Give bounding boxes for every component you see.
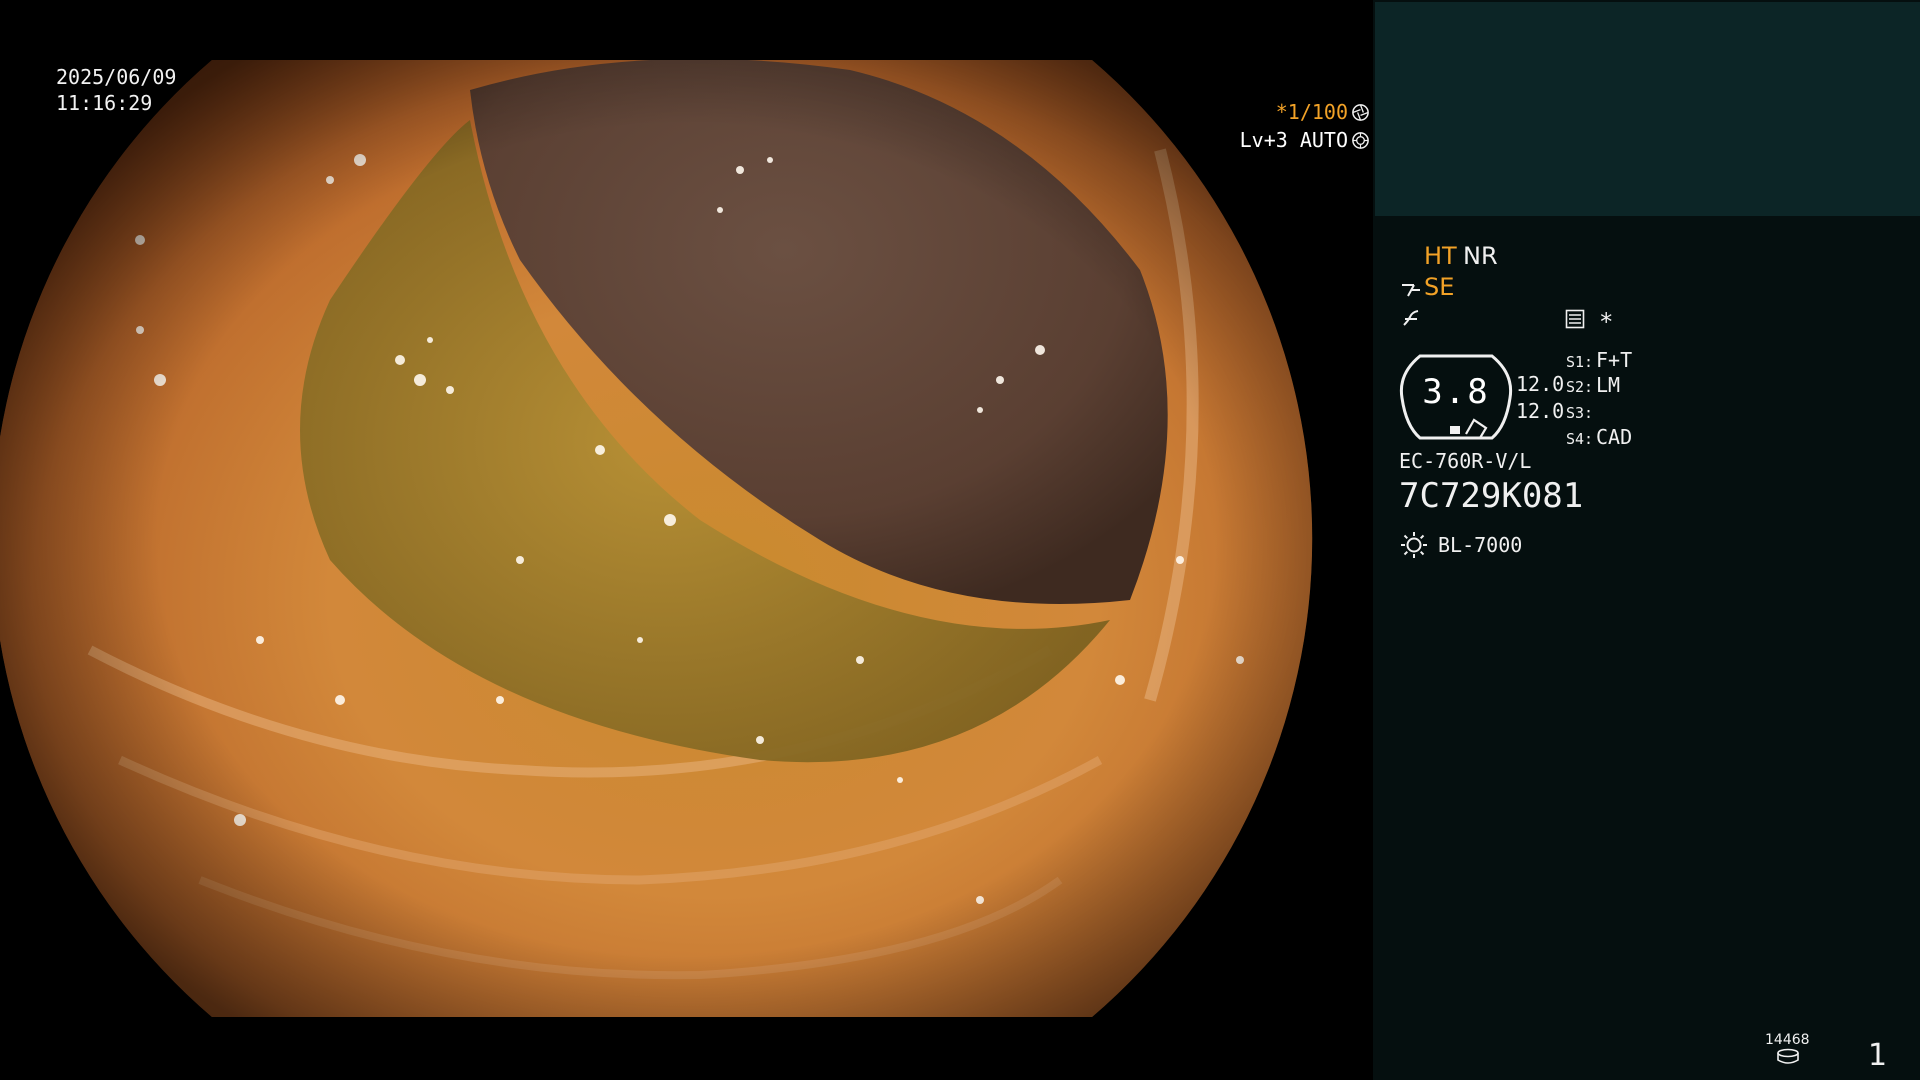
date-time-stamp: 2025/06/09 11:16:29 xyxy=(56,64,176,116)
iris-icon xyxy=(1352,132,1369,149)
switch-s4-value: CAD xyxy=(1596,425,1633,449)
setting-value-1: 12.0 xyxy=(1516,372,1565,396)
switch-s1-value: F+T xyxy=(1596,348,1633,372)
se-label: SE xyxy=(1424,273,1455,301)
switch-s3-key: S3: xyxy=(1566,404,1594,422)
nr-label: NR xyxy=(1463,242,1498,270)
switch-s2-value: LM xyxy=(1596,373,1621,397)
switch-s2-key: S2: xyxy=(1566,378,1594,396)
date-text: 2025/06/09 xyxy=(56,65,177,89)
iris-mode: AUTO xyxy=(1299,128,1348,152)
page-number: 1 xyxy=(1868,1038,1888,1073)
preview-area xyxy=(1375,2,1920,216)
aperture-icon xyxy=(1352,104,1369,121)
exposure-info: *1/100 Lv+3 AUTO xyxy=(1150,98,1370,154)
shutter-speed: *1/100 xyxy=(1275,100,1348,124)
asterisk-mark: * xyxy=(1599,308,1614,336)
setting-value-2: 12.0 xyxy=(1516,399,1565,423)
endoscope-view: 2025/06/09 11:16:29 *1/100 Lv+3 AUTO xyxy=(0,0,1373,1080)
switch-s1-key: S1: xyxy=(1566,353,1594,371)
gauge-value: 3.8 xyxy=(1422,372,1490,412)
time-text: 11:16:29 xyxy=(56,91,153,115)
light-source-model: BL-7000 xyxy=(1438,533,1523,557)
scope-serial: 7C729K081 xyxy=(1399,476,1584,516)
scope-model: EC-760R-V/L xyxy=(1399,449,1532,473)
ht-label: HT xyxy=(1424,242,1457,270)
iris-level: Lv+3 xyxy=(1239,128,1288,152)
endoscopy-image xyxy=(0,60,1313,1017)
edge-enhance-icon xyxy=(1402,284,1420,297)
tone-curve-icon xyxy=(1403,310,1419,326)
storage-disk-icon xyxy=(1777,1048,1799,1064)
light-source-icon xyxy=(1401,532,1427,558)
record-card-icon xyxy=(1565,309,1585,329)
image-count: 14468 xyxy=(1765,1032,1810,1048)
switch-s4-key: S4: xyxy=(1566,430,1594,448)
